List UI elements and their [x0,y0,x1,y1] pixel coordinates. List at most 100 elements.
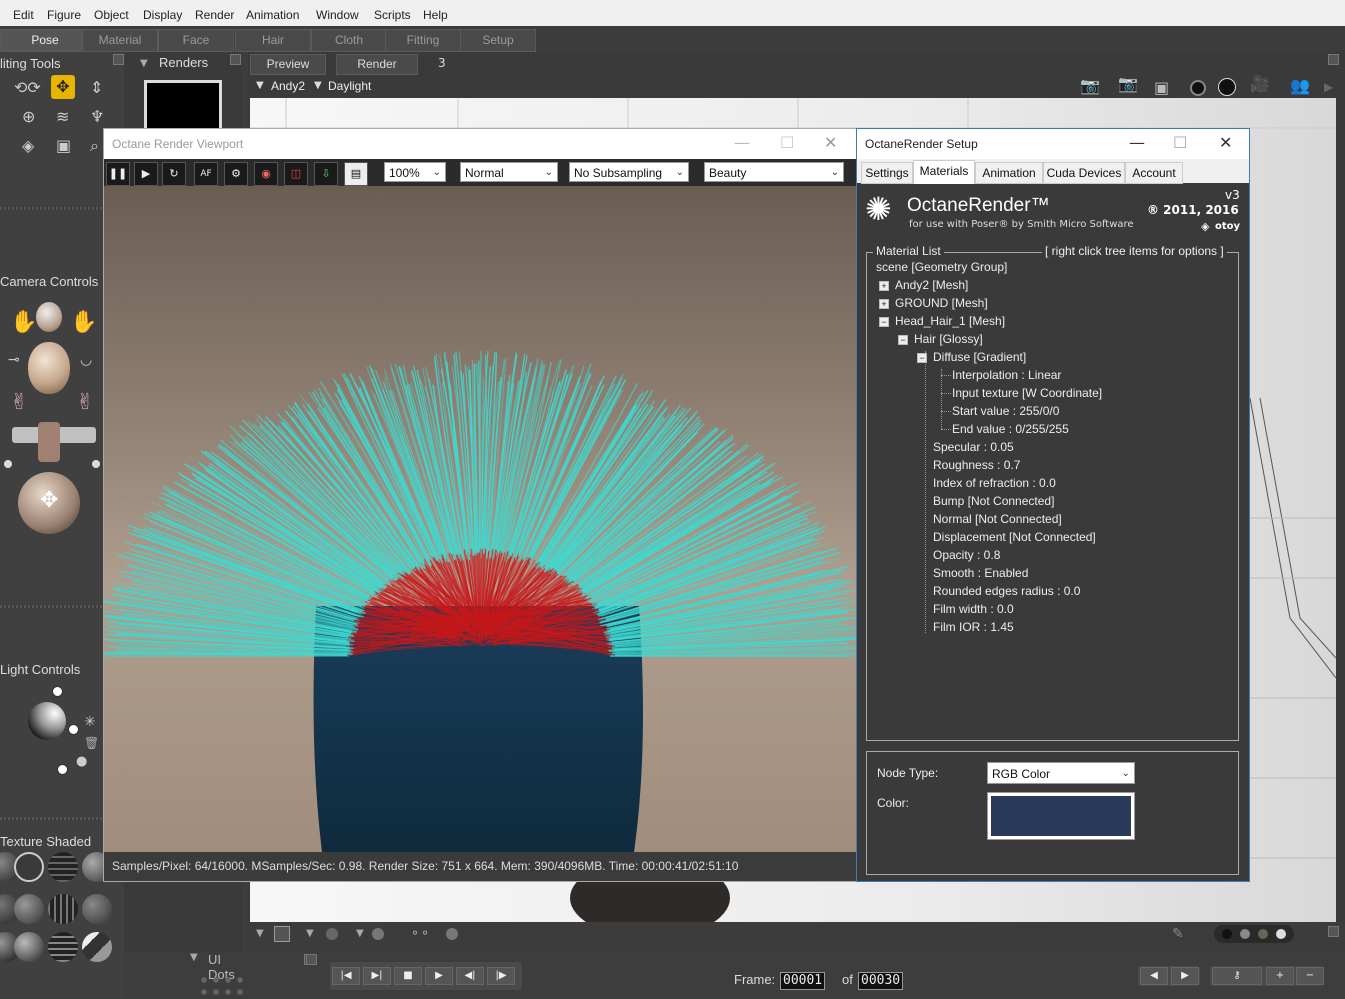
zoom-select[interactable]: 100% ⌄ [384,162,446,182]
document-icon[interactable]: ▤ [344,162,368,186]
tree-item-specular[interactable]: Specular : 0.05 [933,440,1014,454]
play-icon[interactable]: ▶ [134,162,158,186]
close-icon[interactable]: ✕ [1219,133,1232,152]
color-picker-icon[interactable]: ◉ [254,162,278,186]
collapse-icon[interactable]: − [898,334,908,345]
tree-item-opacity[interactable]: Opacity : 0.8 [933,548,1000,562]
close-icon[interactable]: ✕ [824,133,837,152]
color-swatch[interactable] [987,792,1135,840]
sphere-primitive-icon[interactable] [326,928,338,940]
last-frame-icon[interactable]: ▶| [363,967,391,985]
chevron-down-icon[interactable]: ▼ [356,928,364,939]
chevron-down-icon[interactable]: ▼ [256,928,264,939]
tab-settings[interactable]: Settings [861,162,913,184]
subsampling-select[interactable]: No Subsampling ⌄ [569,162,689,182]
tab-hair[interactable]: Hair [235,29,311,52]
render-pass-select[interactable]: Beauty ⌄ [704,162,844,182]
tree-item-bump[interactable]: Bump [Not Connected] [933,494,1054,508]
tree-item-scene[interactable]: scene [Geometry Group] [876,260,1007,274]
tree-item-displacement[interactable]: Displacement [Not Connected] [933,530,1096,544]
light-probe-icon[interactable] [1218,78,1236,96]
delete-light-icon[interactable]: 🗑 [84,736,99,750]
minimize-icon[interactable]: — [734,133,750,152]
tree-item-ground[interactable]: + GROUND [Mesh] [879,296,988,310]
panel-menu-icon[interactable] [1328,54,1339,65]
tree-item-film-width[interactable]: Film width : 0.0 [933,602,1014,616]
maximize-icon[interactable]: ☐ [780,133,794,152]
tree-item-smooth[interactable]: Smooth : Enabled [933,566,1028,580]
light-dot-icon[interactable] [57,764,68,775]
tree-item-head-hair[interactable]: − Head_Hair_1 [Mesh] [879,314,1005,328]
right-hand-icon[interactable]: ✌ [76,390,94,415]
tree-item-roughness[interactable]: Roughness : 0.7 [933,458,1020,472]
taper-icon[interactable]: ≋ [56,107,69,126]
step-back-icon[interactable]: ◀| [456,967,484,985]
region-render-icon[interactable]: ◫ [284,162,308,186]
camera-dot-icon[interactable] [92,460,100,468]
spheres-icon[interactable]: ⚬⚬ [410,926,430,940]
tab-render[interactable]: Render [336,54,418,75]
tree-item-ior[interactable]: Index of refraction : 0.0 [933,476,1056,490]
chevron-down-icon[interactable]: ▼ [314,80,322,91]
move-y-icon[interactable] [38,422,60,462]
settings-gear-icon[interactable]: ⚙ [224,162,248,186]
current-frame-field[interactable]: 00001 [780,972,826,990]
sphere-icon[interactable] [1190,80,1206,96]
ui-dots-grid[interactable] [198,974,244,998]
tree-item-interpolation[interactable]: Interpolation : Linear [952,368,1061,382]
menu-display[interactable]: Display [143,8,182,22]
box-primitive-icon[interactable] [274,926,290,942]
texture-shaded-style-icon[interactable] [14,932,44,962]
tree-item-input-texture[interactable]: Input texture [W Coordinate] [952,386,1102,400]
menu-window[interactable]: Window [316,8,359,22]
panel-menu-icon[interactable] [113,54,124,65]
menu-animation[interactable]: Animation [246,8,299,22]
save-image-icon[interactable]: ⇩ [314,162,338,186]
tree-item-diffuse[interactable]: − Diffuse [Gradient] [917,350,1026,364]
menu-figure[interactable]: Figure [47,8,81,22]
view-magnifier-icon[interactable]: ⌕ [90,136,99,156]
light-sphere-icon[interactable] [28,702,66,740]
octane-render-image[interactable] [104,186,856,852]
camera-icon[interactable]: 📷 [1118,74,1138,93]
light-bulb-icon[interactable]: ● [76,754,87,769]
play-icon[interactable]: ▶ [425,967,453,985]
silhouette-style-icon[interactable] [82,932,112,962]
shaded-style-icon[interactable] [82,894,112,924]
tab-pose[interactable]: Pose [0,29,90,52]
expand-icon[interactable]: + [879,280,889,291]
tab-cloth[interactable]: Cloth [311,29,387,52]
expand-icon[interactable]: + [879,298,889,309]
twist-icon[interactable]: ⊕ [22,107,35,126]
auto-focus-icon[interactable]: AF [194,162,218,186]
stop-icon[interactable]: ■ [394,967,422,985]
tab-cuda-devices[interactable]: Cuda Devices [1043,162,1125,184]
tree-item-film-ior[interactable]: Film IOR : 1.45 [933,620,1014,634]
tree-item-hair[interactable]: − Hair [Glossy] [898,332,983,346]
roll-camera-icon[interactable]: ◡ [80,352,92,368]
tree-item-andy[interactable]: + Andy2 [Mesh] [879,278,968,292]
menu-render[interactable]: Render [195,8,234,22]
right-hand-camera-icon[interactable]: ✋ [70,310,97,335]
sphere-primitive-icon[interactable] [372,928,384,940]
tab-preview[interactable]: Preview [250,54,326,75]
figure-camera-icon[interactable]: 👥 [1290,76,1310,95]
octane-setup-titlebar[interactable]: OctaneRender Setup — ☐ ✕ [857,129,1249,159]
collapse-icon[interactable]: − [879,316,889,327]
translate-icon[interactable]: ✥ [51,75,75,99]
first-frame-icon[interactable]: |◀ [332,967,360,985]
camera-dot-icon[interactable] [4,460,12,468]
menu-object[interactable]: Object [94,8,129,22]
tab-account[interactable]: Account [1125,162,1183,184]
total-frames-field[interactable]: 00030 [858,972,904,990]
pencil-icon[interactable]: ✎ [1172,926,1184,942]
rotate-icon[interactable]: ⟲⟳ [14,78,41,97]
minimize-icon[interactable]: — [1129,133,1145,152]
key-icon[interactable]: ⚷ [1212,967,1262,985]
add-key-icon[interactable]: + [1266,967,1294,985]
menu-scripts[interactable]: Scripts [374,8,411,22]
restart-icon[interactable]: ↻ [162,162,186,186]
cartoon-style-icon[interactable] [14,894,44,924]
panel-menu-icon[interactable] [306,954,317,965]
tab-materials[interactable]: Materials [913,160,975,184]
